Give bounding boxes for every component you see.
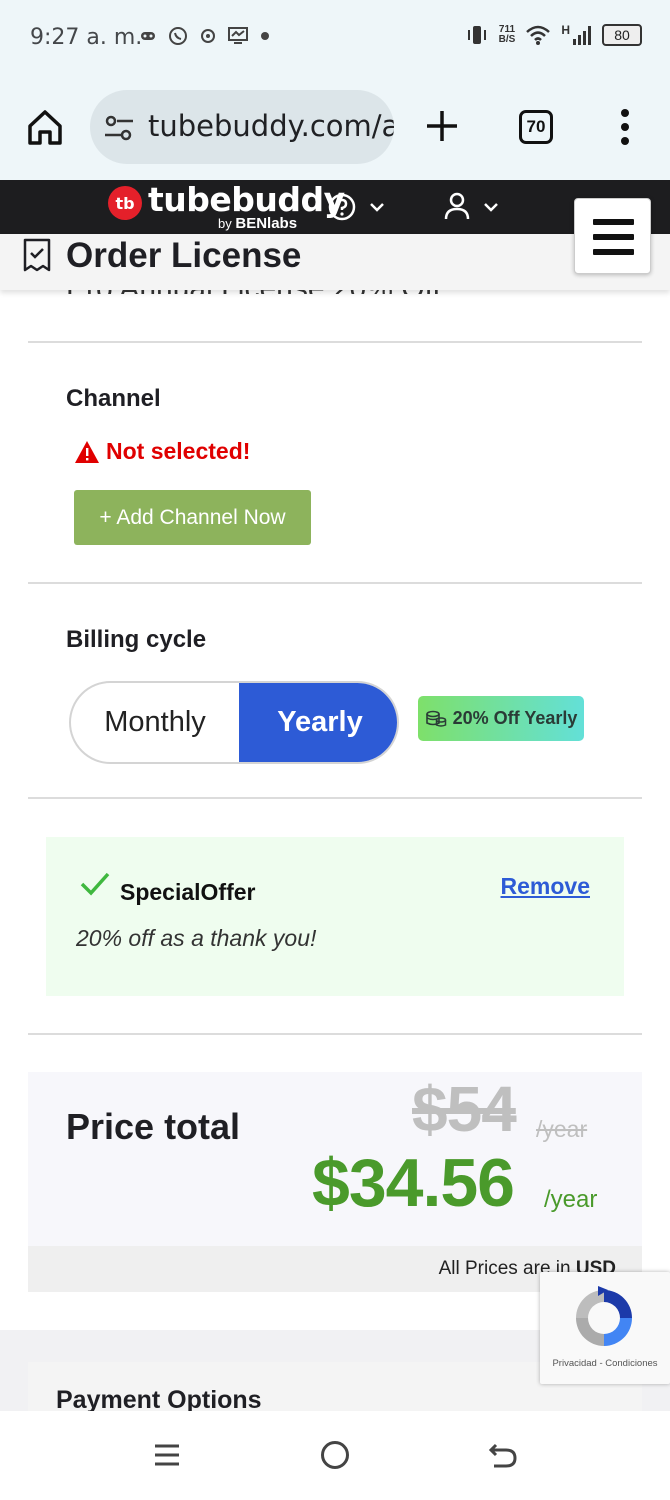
warning-text: Not selected! bbox=[106, 438, 251, 464]
signal-group: H bbox=[561, 23, 592, 45]
hamburger-menu-button[interactable] bbox=[574, 198, 651, 274]
billing-cycle-label: Billing cycle bbox=[66, 626, 207, 653]
browser-toolbar: tubebuddy.com/account/order-license 70 bbox=[0, 78, 670, 180]
discounted-price-unit: /year bbox=[544, 1186, 598, 1213]
recaptcha-icon bbox=[576, 1286, 632, 1346]
net-speed: 711 B/S bbox=[499, 25, 516, 45]
checkmark-icon bbox=[80, 872, 110, 896]
notification-icons bbox=[140, 26, 270, 46]
vibrate-icon bbox=[467, 26, 486, 44]
badge-text: 20% Off Yearly bbox=[452, 708, 578, 728]
special-offer-panel: SpecialOffer Remove 20% off as a thank y… bbox=[46, 837, 624, 996]
address-bar[interactable]: tubebuddy.com/account/order-license bbox=[90, 90, 394, 164]
new-tab-icon[interactable] bbox=[424, 108, 460, 144]
hamburger-line bbox=[593, 234, 634, 240]
yearly-discount-badge: 20% Off Yearly bbox=[418, 696, 584, 741]
screen-icon bbox=[228, 27, 248, 44]
whatsapp-icon bbox=[169, 27, 187, 45]
url-text[interactable]: tubebuddy.com/account/order-license bbox=[148, 109, 394, 143]
back-icon[interactable] bbox=[488, 1441, 518, 1469]
wifi-icon bbox=[526, 25, 551, 45]
billing-cycle-toggle: Monthly Yearly bbox=[69, 681, 399, 764]
hamburger-line bbox=[593, 219, 634, 225]
divider bbox=[28, 341, 642, 343]
nav-home-icon[interactable] bbox=[321, 1441, 349, 1469]
more-options-icon[interactable] bbox=[616, 108, 634, 146]
settings-badge-icon bbox=[201, 29, 215, 43]
recaptcha-badge[interactable]: Privacidad - Condiciones bbox=[540, 1272, 670, 1384]
billing-option-monthly[interactable]: Monthly bbox=[71, 683, 239, 762]
divider bbox=[28, 797, 642, 799]
offer-description: 20% off as a thank you! bbox=[76, 925, 317, 951]
home-icon[interactable] bbox=[26, 108, 64, 146]
chevron-down-icon[interactable] bbox=[482, 198, 500, 216]
logo-byline: by BENlabs bbox=[218, 215, 297, 232]
logo-by: by bbox=[218, 216, 232, 231]
logo-brand: BENlabs bbox=[235, 215, 298, 232]
channel-label: Channel bbox=[66, 385, 161, 412]
original-price: $54 bbox=[412, 1073, 517, 1145]
user-icon[interactable] bbox=[444, 192, 470, 220]
billing-option-yearly[interactable]: Yearly bbox=[239, 683, 397, 762]
tab-switcher-button[interactable]: 70 bbox=[519, 110, 553, 144]
order-license-bar: Order License bbox=[0, 234, 670, 290]
signal-type: H bbox=[561, 23, 570, 37]
receipt-check-icon bbox=[23, 238, 51, 272]
original-price-unit: /year bbox=[536, 1116, 588, 1142]
channel-warning: Not selected! bbox=[74, 438, 250, 465]
chevron-down-icon[interactable] bbox=[368, 198, 386, 216]
battery-icon: 80 bbox=[602, 24, 642, 46]
divider bbox=[28, 582, 642, 584]
signal-icon bbox=[573, 26, 591, 45]
price-total-label: Price total bbox=[66, 1106, 241, 1147]
site-settings-icon[interactable] bbox=[104, 114, 134, 142]
warning-icon bbox=[75, 440, 99, 463]
discounted-price: $34.56 bbox=[312, 1145, 515, 1221]
divider bbox=[28, 1033, 642, 1035]
tubebuddy-logo-mark[interactable]: tb bbox=[108, 186, 142, 220]
help-icon[interactable] bbox=[328, 193, 356, 221]
system-nav-bar bbox=[0, 1411, 670, 1500]
status-bar: 9:27 a. m. 711 B/S H 80 bbox=[0, 0, 670, 78]
remove-offer-link[interactable]: Remove bbox=[501, 873, 590, 900]
page-title: Order License bbox=[66, 236, 302, 275]
price-total-panel: Price total $54 /year $34.56 /year All P… bbox=[28, 1072, 642, 1292]
status-time: 9:27 a. m. bbox=[30, 25, 143, 50]
add-channel-button[interactable]: + Add Channel Now bbox=[74, 490, 311, 545]
recents-icon[interactable] bbox=[154, 1442, 180, 1468]
coins-icon bbox=[425, 710, 446, 727]
tubebuddy-logo-text[interactable]: tubebuddy bbox=[148, 180, 345, 219]
offer-title: SpecialOffer bbox=[120, 879, 256, 905]
dot-icon bbox=[261, 32, 269, 40]
net-speed-unit: B/S bbox=[498, 34, 516, 45]
hamburger-line bbox=[593, 249, 634, 255]
system-icons: 711 B/S H 80 bbox=[465, 24, 642, 46]
game-controller-icon bbox=[141, 32, 155, 40]
recaptcha-links[interactable]: Privacidad - Condiciones bbox=[540, 1358, 670, 1369]
